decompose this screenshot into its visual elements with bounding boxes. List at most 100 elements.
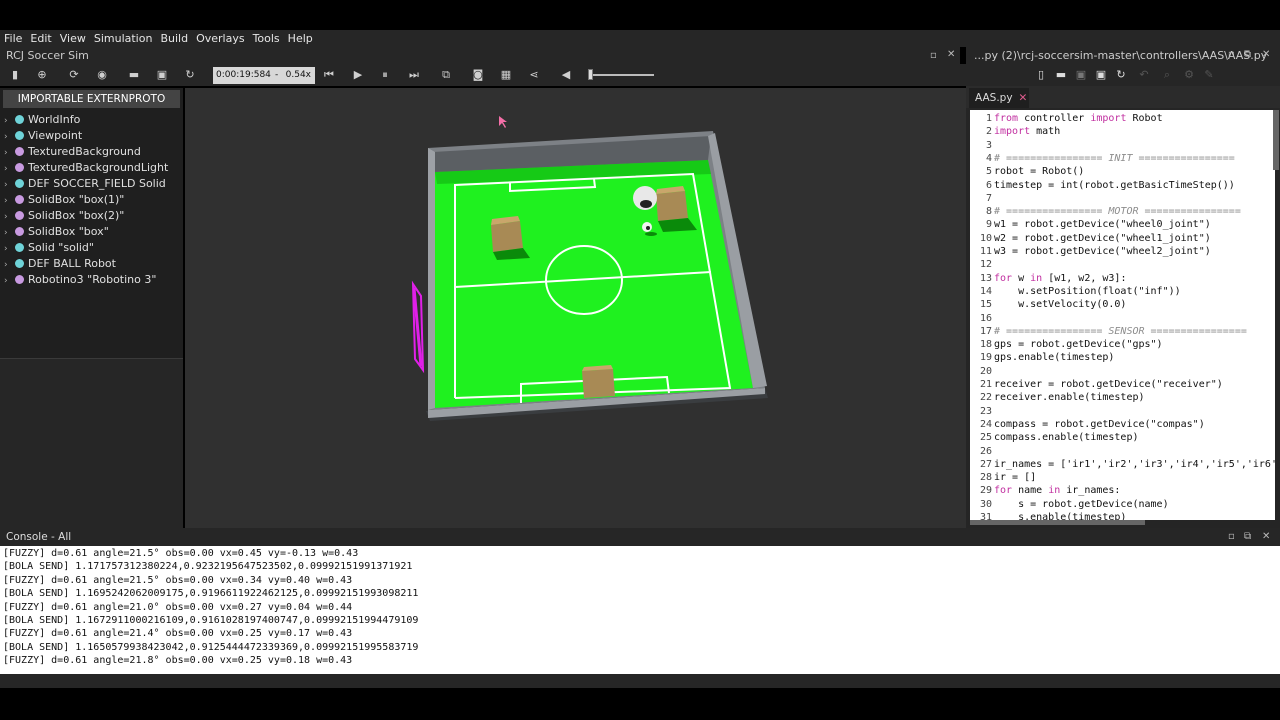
chevron-right-icon[interactable]: ›	[4, 177, 14, 193]
menu-tools[interactable]: Tools	[249, 32, 284, 45]
clean-icon[interactable]: ✎	[1200, 66, 1218, 84]
eye-icon[interactable]: ◉	[93, 66, 111, 84]
editor-close-icon[interactable]: ✕	[1262, 49, 1270, 61]
record-icon[interactable]: ▦	[497, 66, 515, 84]
add-node-icon[interactable]: ⊕	[33, 66, 51, 84]
chevron-right-icon[interactable]: ›	[4, 193, 14, 209]
pause-icon[interactable]: ⏸	[376, 66, 394, 84]
sound-icon[interactable]: ◀	[557, 66, 575, 84]
code-text: compass = robot.getDevice("compas")	[994, 418, 1205, 430]
undo-icon[interactable]: ↶	[1135, 66, 1153, 84]
node-type-icon	[15, 163, 24, 172]
menu-file[interactable]: File	[0, 32, 26, 45]
code-text: ir = []	[994, 472, 1037, 484]
chevron-right-icon[interactable]: ›	[4, 273, 14, 289]
tree-item[interactable]: › Robotino3 "Robotino 3"	[4, 272, 156, 288]
save-icon[interactable]: ▣	[153, 66, 171, 84]
tree-item[interactable]: › TexturedBackgroundLight	[4, 160, 168, 176]
console-close-icon[interactable]: ✕	[1262, 531, 1270, 543]
tree-item[interactable]: › Solid "solid"	[4, 240, 94, 256]
reset-view-icon[interactable]: ⧉	[437, 66, 455, 84]
menu-view[interactable]: View	[56, 32, 90, 45]
line-number: 11	[979, 246, 992, 257]
tab-close-icon[interactable]: ✕	[1019, 92, 1028, 104]
chevron-right-icon[interactable]: ›	[4, 257, 14, 273]
tree-item[interactable]: › DEF BALL Robot	[4, 256, 116, 272]
editor-float-icon[interactable]: ⧉	[1244, 49, 1251, 61]
play-icon[interactable]: ▶	[349, 66, 367, 84]
editor-minimize-icon[interactable]: ▫	[1228, 49, 1235, 61]
line-number: 8	[985, 206, 992, 218]
code-line: 20	[970, 365, 994, 378]
console-minimize-icon[interactable]: ▫	[1228, 531, 1235, 543]
tree-item[interactable]: › DEF SOCCER_FIELD Solid	[4, 176, 166, 192]
code-line: 29 for name in ir_names:	[970, 484, 1121, 497]
node-type-icon	[15, 259, 24, 268]
tree-item[interactable]: › Viewpoint	[4, 128, 82, 144]
sidebar-toggle-icon[interactable]: ▮	[6, 66, 24, 84]
tree-item-label: SolidBox "box"	[28, 225, 109, 238]
open-folder-icon[interactable]: ▬	[125, 66, 143, 84]
tree-item-label: Robotino3 "Robotino 3"	[28, 273, 157, 286]
tree-item[interactable]: › SolidBox "box(2)"	[4, 208, 124, 224]
editor-revert-icon[interactable]: ↻	[1112, 66, 1130, 84]
find-icon[interactable]: ⌕	[1158, 66, 1176, 84]
settings-icon[interactable]: ⚙	[1180, 66, 1198, 84]
revert-icon[interactable]: ↻	[181, 66, 199, 84]
chevron-right-icon[interactable]: ›	[4, 113, 14, 129]
node-type-icon	[15, 179, 24, 188]
editor-tab-aas[interactable]: AAS.py ✕	[969, 88, 1029, 108]
close-3d-icon[interactable]: ✕	[947, 49, 955, 61]
console-float-icon[interactable]: ⧉	[1244, 531, 1251, 543]
tree-item[interactable]: › WorldInfo	[4, 112, 80, 128]
code-area[interactable]: 1 from controller import Robot 2 import mat…	[970, 110, 1275, 520]
save-as-icon[interactable]: ▣	[1072, 66, 1090, 84]
code-horizontal-scrollbar[interactable]	[970, 520, 1145, 525]
editor-title: ...py (2)\rcj-soccersim-master\controlle…	[974, 49, 1268, 62]
chevron-right-icon[interactable]: ›	[4, 209, 14, 225]
volume-slider[interactable]	[592, 74, 654, 76]
code-text: w.setPosition(float("inf"))	[994, 285, 1181, 297]
line-number: 3	[985, 139, 992, 151]
menu-help[interactable]: Help	[284, 32, 317, 45]
code-line: 21 receiver = robot.getDevice("receiver")	[970, 378, 1223, 391]
line-number: 24	[979, 418, 992, 430]
fast-forward-icon[interactable]: ⏭	[405, 66, 423, 84]
console-output[interactable]: [FUZZY] d=0.61 angle=21.5° obs=0.00 vx=0…	[0, 546, 1280, 674]
menu-build[interactable]: Build	[156, 32, 192, 45]
share-icon[interactable]: ⋖	[525, 66, 543, 84]
code-vertical-scrollbar[interactable]	[1273, 110, 1279, 170]
line-number: 19	[979, 352, 992, 364]
camera-icon[interactable]: ◙	[469, 66, 487, 84]
editor-save-icon[interactable]: ▣	[1092, 66, 1110, 84]
code-line: 15 w.setVelocity(0.0)	[970, 298, 1127, 311]
3d-view[interactable]	[185, 88, 966, 528]
importable-externproto[interactable]: IMPORTABLE EXTERNPROTO	[3, 90, 180, 108]
code-line: 28 ir = []	[970, 471, 1036, 484]
code-line: 23	[970, 405, 994, 418]
reload-icon[interactable]: ⟳	[65, 66, 83, 84]
chevron-right-icon[interactable]: ›	[4, 129, 14, 145]
maximize-3d-icon[interactable]: ▫	[930, 50, 937, 62]
menu-simulation[interactable]: Simulation	[90, 32, 157, 45]
chevron-right-icon[interactable]: ›	[4, 145, 14, 161]
menu-overlays[interactable]: Overlays	[192, 32, 249, 45]
step-back-icon[interactable]: ⏮	[320, 66, 338, 84]
new-file-icon[interactable]: ▯	[1032, 66, 1050, 84]
menu-edit[interactable]: Edit	[26, 32, 55, 45]
code-text: [w1, w2, w3]:	[1042, 272, 1127, 284]
tree-item[interactable]: › TexturedBackground	[4, 144, 141, 160]
chevron-right-icon[interactable]: ›	[4, 241, 14, 257]
tree-item[interactable]: › SolidBox "box"	[4, 224, 109, 240]
chevron-right-icon[interactable]: ›	[4, 161, 14, 177]
open-file-icon[interactable]: ▬	[1052, 66, 1070, 84]
code-line: 26	[970, 445, 994, 458]
left-wall	[428, 148, 435, 410]
code-text: gps = robot.getDevice("gps")	[994, 339, 1163, 351]
volume-slider-handle[interactable]	[588, 69, 593, 80]
chevron-right-icon[interactable]: ›	[4, 225, 14, 241]
code-text: ir_names:	[1060, 485, 1121, 497]
selected-solid-outline	[411, 280, 425, 374]
tree-item[interactable]: › SolidBox "box(1)"	[4, 192, 124, 208]
code-line: 14 w.setPosition(float("inf"))	[970, 285, 1181, 298]
